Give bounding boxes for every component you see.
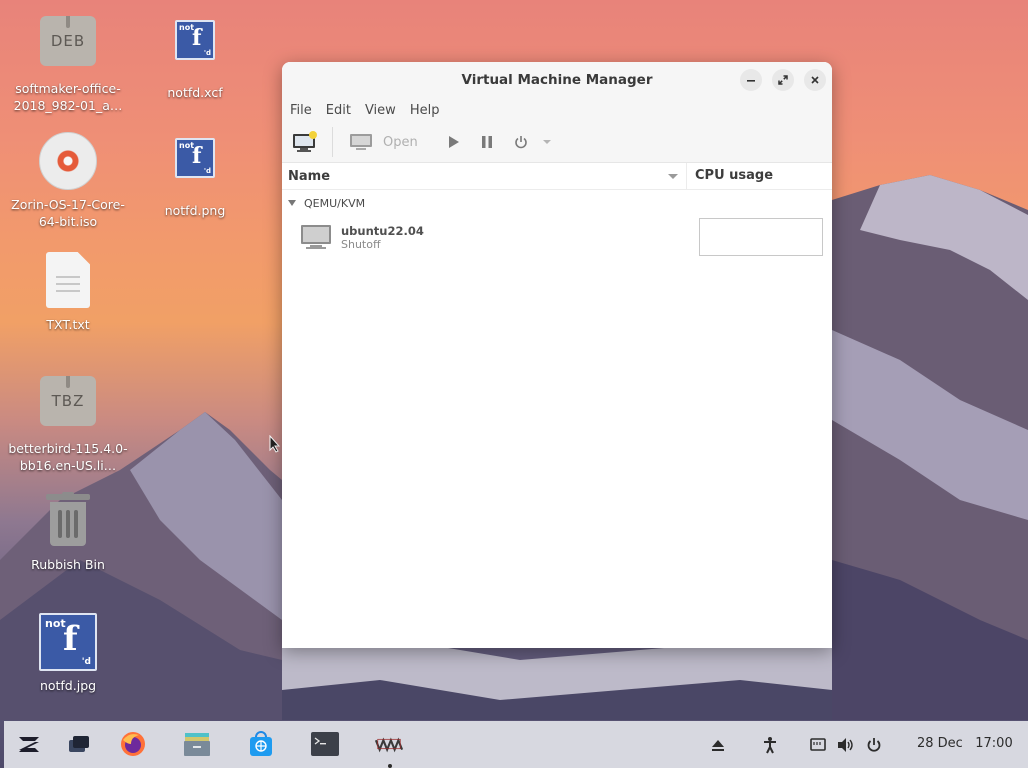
- column-header-cpu[interactable]: CPU usage: [686, 163, 773, 189]
- run-button[interactable]: [446, 128, 460, 156]
- monitor-icon: [350, 134, 372, 150]
- mouse-cursor-icon: [269, 435, 281, 453]
- vm-name: ubuntu22.04: [341, 224, 424, 238]
- vm-row[interactable]: ubuntu22.04 Shutoff: [282, 216, 832, 262]
- shutdown-button[interactable]: [514, 128, 528, 156]
- firefox-icon: [121, 732, 145, 756]
- files-launcher[interactable]: [182, 729, 212, 759]
- toolbar: Open: [282, 122, 832, 163]
- desktop-icon-label: TXT.txt: [46, 317, 90, 332]
- maximize-icon: [778, 75, 788, 85]
- trash-icon: [46, 492, 90, 548]
- workspaces-button[interactable]: [64, 729, 94, 759]
- terminal-icon: [311, 732, 339, 756]
- column-header-name[interactable]: Name: [282, 169, 686, 184]
- chevron-down-icon: [542, 140, 551, 144]
- accessibility-button[interactable]: [760, 735, 780, 755]
- power-menu-button[interactable]: [864, 735, 884, 755]
- volume-icon: [838, 738, 853, 752]
- notfd-image-icon: not f'd: [175, 20, 215, 60]
- eject-button[interactable]: [708, 735, 728, 755]
- disc-icon: [39, 132, 97, 190]
- desktop-icon-label: Zorin-OS-17-Core-64-bit.iso: [11, 197, 125, 229]
- vm-state: Shutoff: [341, 238, 381, 251]
- taskbar: 28 Dec 17:00: [4, 721, 1028, 768]
- desktop-icon-label: Rubbish Bin: [31, 557, 105, 572]
- desktop-icon-softmaker[interactable]: DEB softmaker-office-2018_982-01_a…: [6, 12, 130, 114]
- desktop-icon-notfd-xcf[interactable]: not f'd notfd.xcf: [133, 12, 257, 101]
- power-icon: [867, 738, 881, 752]
- software-store-launcher[interactable]: [246, 729, 276, 759]
- desktop: DEB softmaker-office-2018_982-01_a… not f…: [0, 0, 1028, 768]
- network-wired-icon: [810, 738, 826, 751]
- desktop-icon-label: betterbird-115.4.0-bb16.en-US.li…: [8, 441, 128, 473]
- open-button[interactable]: Open: [349, 128, 418, 156]
- menu-file[interactable]: File: [290, 103, 320, 118]
- cpu-usage-graph: [699, 218, 823, 256]
- desktop-icon-notfd-png[interactable]: not f'd notfd.png: [133, 130, 257, 219]
- zorin-menu-button[interactable]: [14, 729, 44, 759]
- network-button[interactable]: [808, 735, 828, 755]
- menu-edit[interactable]: Edit: [326, 103, 359, 118]
- accessibility-icon: [764, 737, 776, 754]
- virt-manager-icon: [374, 737, 404, 753]
- desktop-icon-zorin-iso[interactable]: Zorin-OS-17-Core-64-bit.iso: [6, 130, 130, 230]
- sort-down-icon: [668, 173, 678, 179]
- window-titlebar[interactable]: Virtual Machine Manager: [282, 62, 832, 98]
- vm-list-header: Name CPU usage: [282, 163, 832, 190]
- terminal-launcher[interactable]: [310, 729, 340, 759]
- pause-button[interactable]: [480, 128, 494, 156]
- notfd-image-icon: not f'd: [175, 138, 215, 178]
- volume-button[interactable]: [836, 735, 856, 755]
- open-label: Open: [383, 134, 418, 150]
- tbz-archive-icon: TBZ: [40, 376, 96, 426]
- new-vm-button[interactable]: [292, 128, 318, 156]
- desktop-icon-txt[interactable]: TXT.txt: [6, 250, 130, 333]
- vmm-window: Virtual Machine Manager File Edit View H…: [282, 62, 832, 648]
- close-icon: [811, 76, 819, 84]
- window-title: Virtual Machine Manager: [461, 72, 653, 88]
- connection-name: QEMU/KVM: [304, 196, 366, 210]
- pause-icon: [481, 136, 492, 148]
- close-button[interactable]: [804, 69, 826, 91]
- virt-manager-task[interactable]: [374, 729, 404, 759]
- text-file-icon: [46, 252, 90, 308]
- shutdown-menu-button[interactable]: [542, 128, 552, 156]
- vm-monitor-icon: [301, 225, 331, 249]
- eject-icon: [712, 740, 724, 751]
- firefox-launcher[interactable]: [118, 729, 148, 759]
- notfd-image-icon: not f'd: [39, 613, 97, 671]
- windows-overview-icon: [69, 736, 89, 752]
- expander-icon[interactable]: [288, 200, 296, 206]
- menu-view[interactable]: View: [365, 103, 404, 118]
- desktop-icon-notfd-jpg[interactable]: not f'd notfd.jpg: [6, 610, 130, 694]
- maximize-button[interactable]: [772, 69, 794, 91]
- power-icon: [514, 136, 527, 149]
- menu-help[interactable]: Help: [410, 103, 448, 118]
- new-vm-icon: [293, 131, 317, 152]
- desktop-icon-label: notfd.png: [164, 203, 226, 218]
- play-icon: [448, 136, 459, 148]
- files-icon: [184, 733, 210, 756]
- desktop-icon-label: softmaker-office-2018_982-01_a…: [13, 81, 123, 113]
- running-indicator: [388, 764, 392, 768]
- desktop-icon-label: notfd.xcf: [167, 85, 223, 100]
- connection-group-row[interactable]: QEMU/KVM: [282, 190, 832, 216]
- deb-package-icon: DEB: [40, 16, 96, 66]
- clock[interactable]: 28 Dec 17:00: [917, 736, 1013, 751]
- desktop-icon-label: notfd.jpg: [39, 678, 97, 693]
- desktop-icon-rubbish-bin[interactable]: Rubbish Bin: [6, 490, 130, 573]
- minimize-icon: [747, 80, 755, 82]
- software-store-icon: [250, 731, 272, 756]
- zorin-logo-icon: [19, 737, 39, 752]
- desktop-icon-betterbird[interactable]: TBZ betterbird-115.4.0-bb16.en-US.li…: [6, 372, 130, 474]
- menubar: File Edit View Help: [282, 98, 832, 122]
- clock-date: 28 Dec: [917, 736, 963, 751]
- minimize-button[interactable]: [740, 69, 762, 91]
- clock-time: 17:00: [975, 736, 1013, 751]
